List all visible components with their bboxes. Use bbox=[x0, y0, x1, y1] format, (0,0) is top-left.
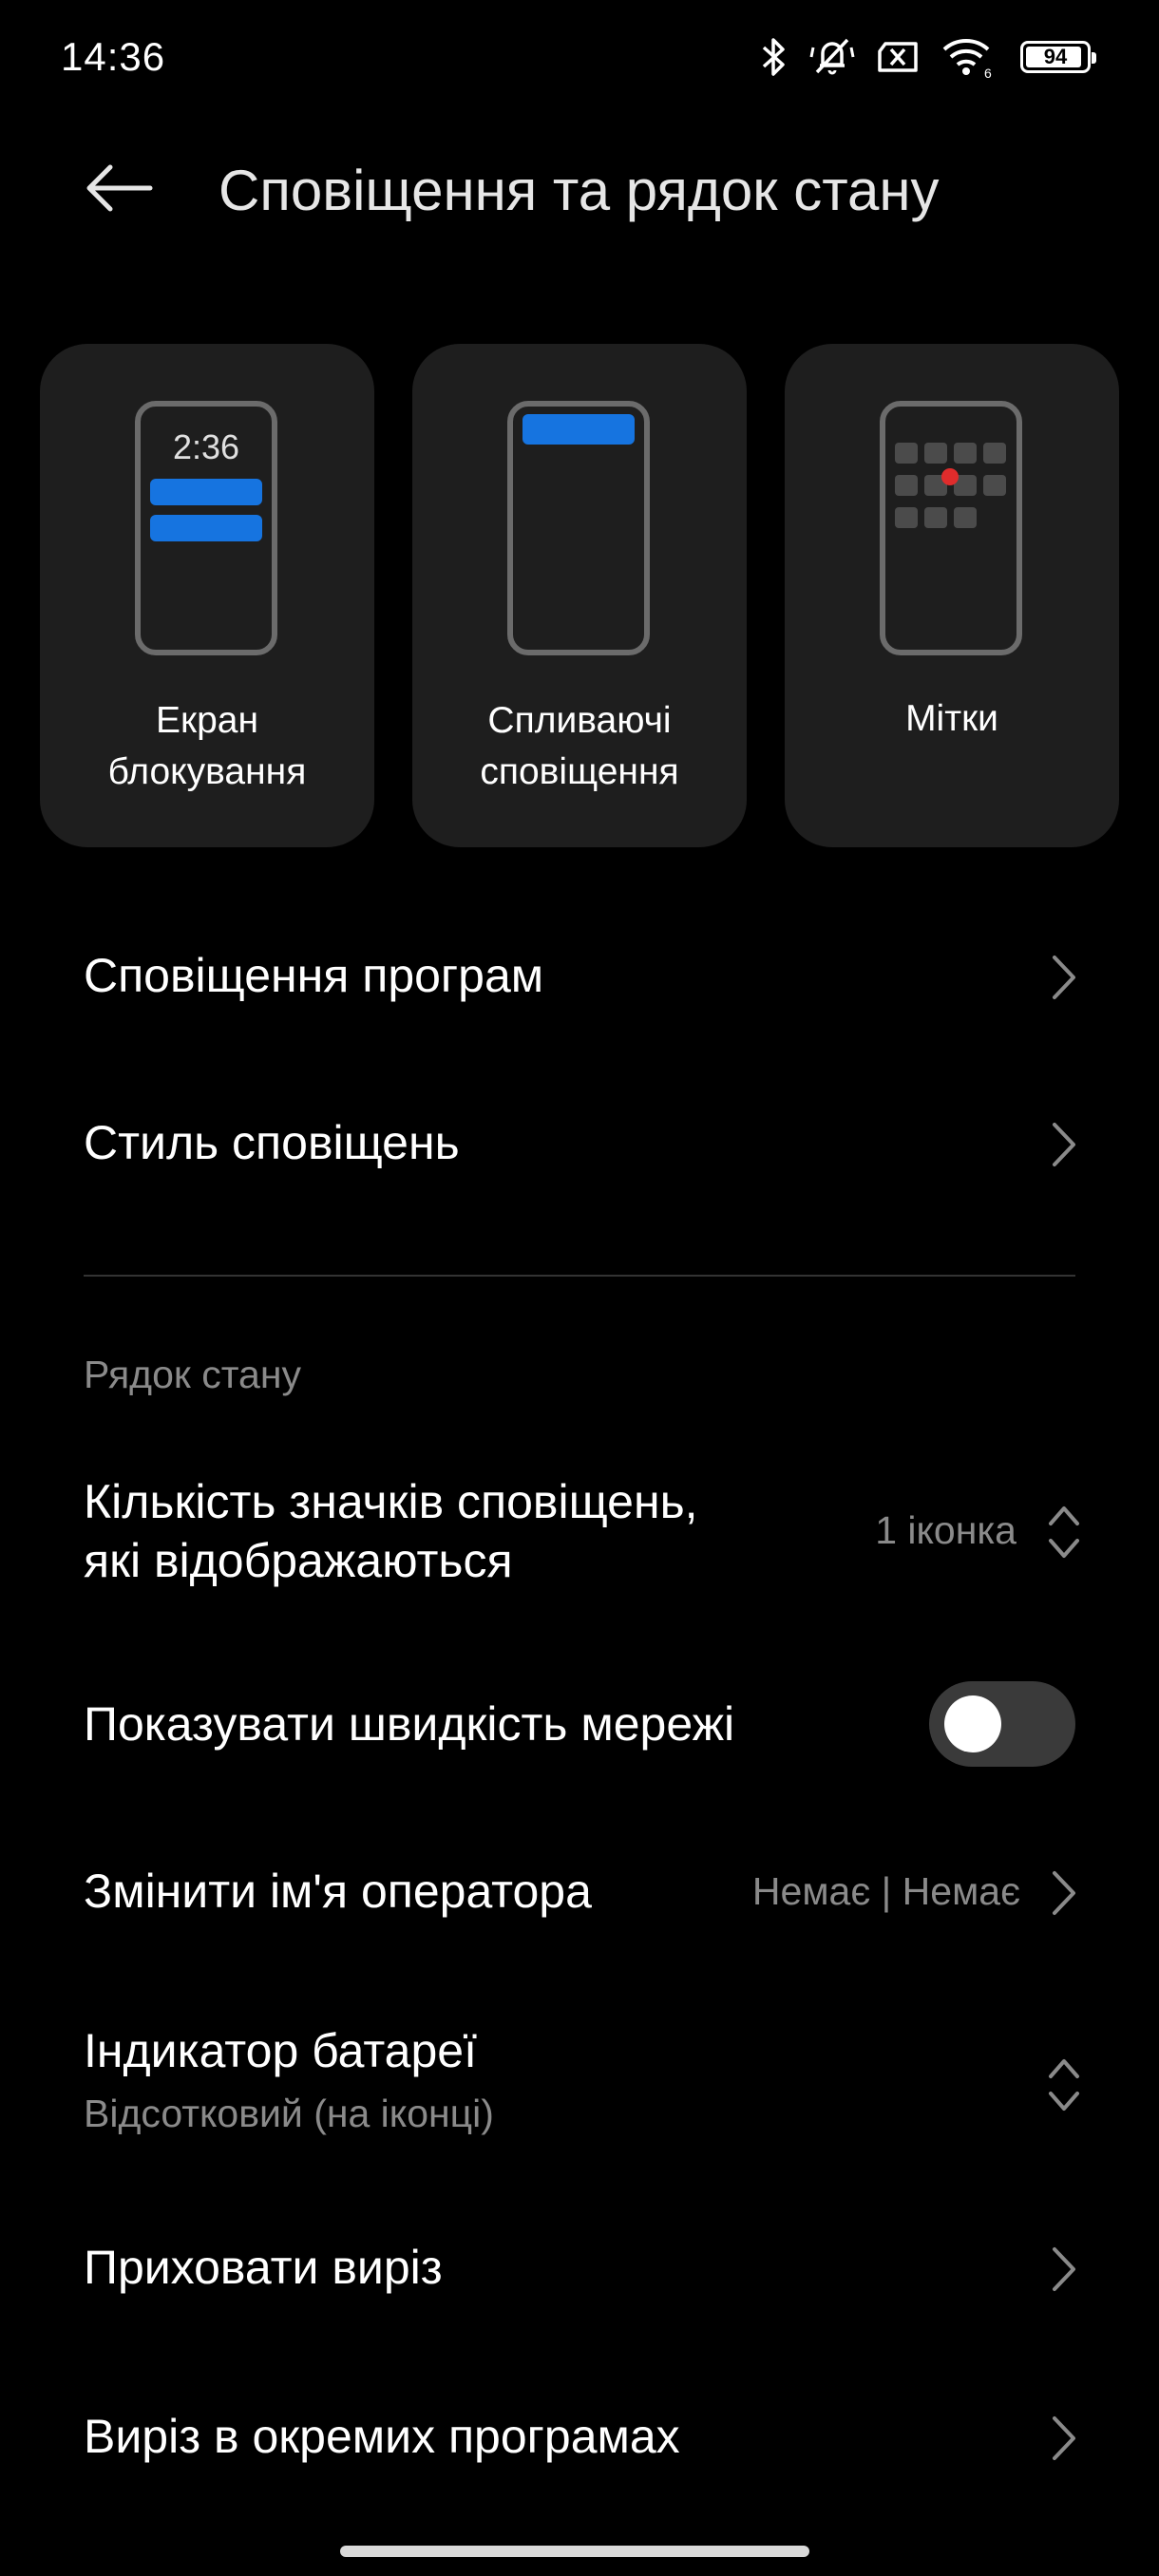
hide-notch-row[interactable]: Приховати виріз bbox=[0, 2194, 1159, 2346]
mute-vibrate-icon bbox=[809, 36, 855, 78]
badges-label: Мітки bbox=[905, 698, 998, 739]
svg-text:6: 6 bbox=[984, 66, 992, 78]
home-indicator[interactable] bbox=[340, 2546, 809, 2557]
notification-style-row[interactable]: Стиль сповіщень bbox=[0, 1070, 1159, 1222]
carrier-name-row[interactable]: Змінити ім'я оператора Немає | Немає bbox=[0, 1818, 1159, 1970]
icon-count-label: Кількість значків сповіщень, які відобра… bbox=[84, 1475, 698, 1587]
network-speed-toggle[interactable] bbox=[929, 1681, 1075, 1767]
notch-apps-row[interactable]: Виріз в окремих програмах bbox=[0, 2363, 1159, 2515]
back-button[interactable] bbox=[82, 160, 158, 217]
lock-screen-label: Екран блокування bbox=[107, 700, 307, 792]
chevron-up-down-icon bbox=[1049, 2059, 1079, 2111]
chevron-up-down-icon bbox=[1049, 1506, 1079, 1558]
badge-dot bbox=[941, 468, 959, 485]
battery-level: 94 bbox=[1043, 45, 1068, 68]
battery-icon: 94 bbox=[1020, 41, 1096, 73]
floating-notifications-card[interactable]: Спливаючі сповіщення bbox=[412, 344, 747, 847]
app-notifications-row[interactable]: Сповіщення програм bbox=[0, 902, 1159, 1054]
chevron-right-icon bbox=[1053, 2416, 1075, 2460]
notch-apps-label: Виріз в окремих програмах bbox=[84, 2410, 680, 2463]
bluetooth-icon bbox=[760, 36, 788, 78]
carrier-name-label: Змінити ім'я оператора bbox=[84, 1865, 592, 1918]
status-icons: 6 94 bbox=[760, 36, 1096, 78]
page-title: Сповіщення та рядок стану bbox=[218, 159, 940, 222]
icon-count-row[interactable]: Кількість значків сповіщень, які відобра… bbox=[0, 1453, 1159, 1624]
chevron-right-icon bbox=[1053, 956, 1075, 999]
no-sim-icon bbox=[876, 38, 920, 76]
battery-indicator-row[interactable]: Індикатор батареї Відсотковий (на іконці… bbox=[0, 2004, 1159, 2185]
lock-screen-card[interactable]: 2:36 Екран блокування bbox=[40, 344, 374, 847]
wifi-icon: 6 bbox=[940, 36, 994, 78]
section-title-status-bar: Рядок стану bbox=[84, 1353, 302, 1396]
floating-notifications-label: Спливаючі сповіщення bbox=[480, 700, 679, 792]
notification-style-label: Стиль сповіщень bbox=[84, 1116, 460, 1169]
lock-screen-preview: 2:36 bbox=[135, 401, 277, 655]
divider bbox=[84, 1275, 1075, 1277]
chevron-right-icon bbox=[1053, 1123, 1075, 1166]
network-speed-row[interactable]: Показувати швидкість мережі bbox=[0, 1649, 1159, 1801]
arrow-left-icon bbox=[86, 164, 153, 212]
carrier-name-value: Немає | Немає bbox=[751, 1869, 1020, 1913]
status-time: 14:36 bbox=[61, 34, 166, 79]
chevron-right-icon bbox=[1053, 2247, 1075, 2291]
app-notifications-label: Сповіщення програм bbox=[84, 949, 544, 1002]
badges-card[interactable]: Мітки bbox=[785, 344, 1119, 847]
hide-notch-label: Приховати виріз bbox=[84, 2241, 443, 2294]
battery-indicator-value: Відсотковий (на іконці) bbox=[84, 2092, 494, 2135]
toggle-knob bbox=[944, 1695, 1001, 1752]
preview-time: 2:36 bbox=[172, 427, 240, 466]
floating-notifications-preview bbox=[507, 401, 650, 655]
icon-count-value: 1 іконка bbox=[875, 1508, 1016, 1552]
chevron-right-icon bbox=[1053, 1871, 1075, 1915]
badges-preview bbox=[880, 401, 1022, 655]
battery-indicator-label: Індикатор батареї bbox=[84, 2024, 477, 2077]
network-speed-label: Показувати швидкість мережі bbox=[84, 1697, 735, 1751]
